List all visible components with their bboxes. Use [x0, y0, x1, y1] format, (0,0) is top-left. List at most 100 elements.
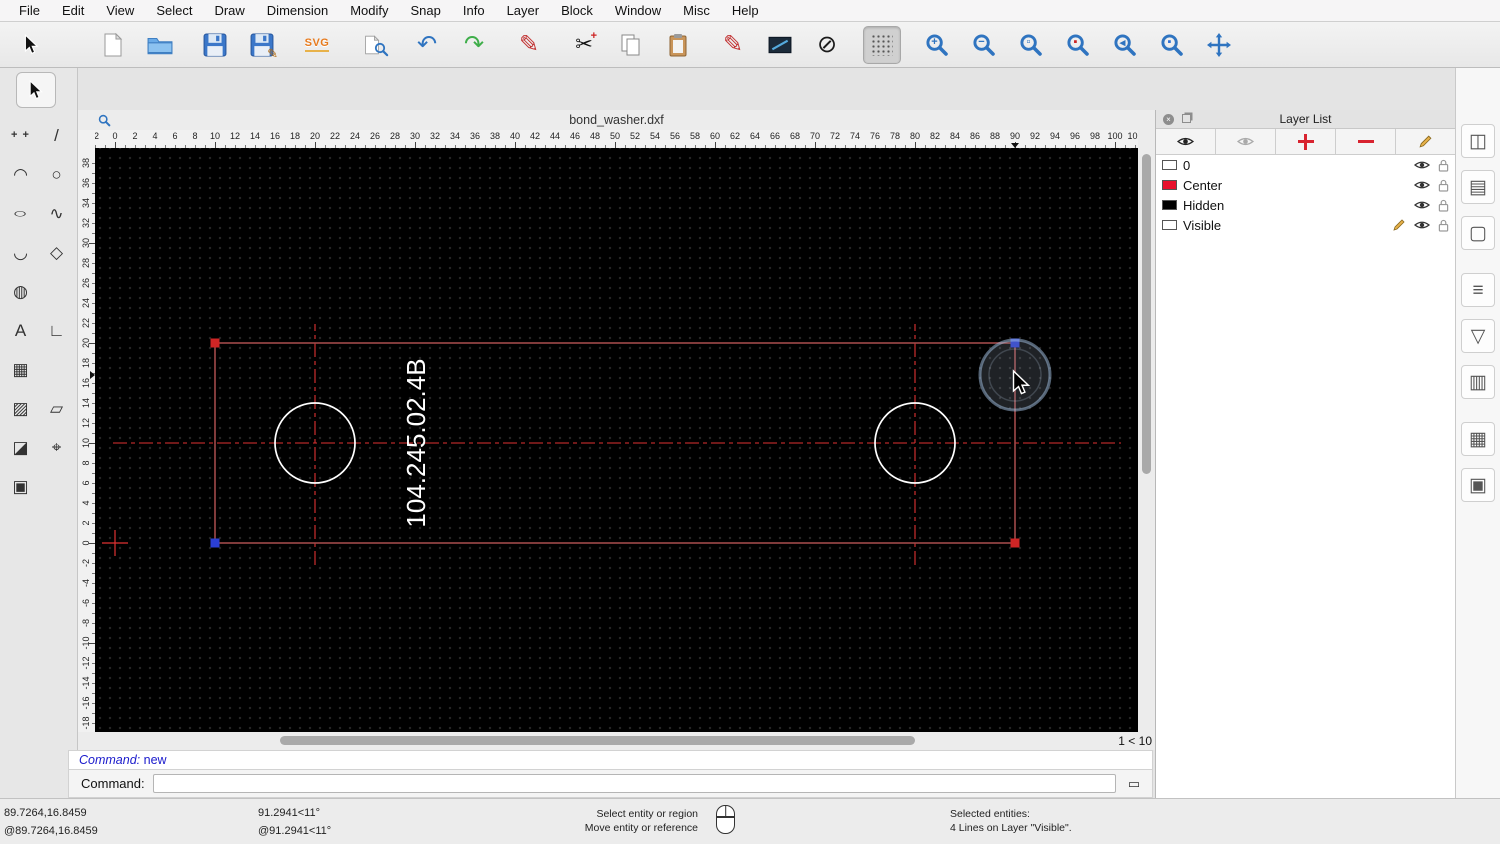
grip-handle[interactable] — [210, 538, 220, 548]
dock-button-7[interactable]: ▦ — [1461, 422, 1495, 456]
paste[interactable] — [659, 26, 697, 64]
close-panel-icon[interactable]: × — [1163, 114, 1174, 125]
redo[interactable]: ↷ — [455, 26, 493, 64]
menu-draw[interactable]: Draw — [203, 3, 255, 18]
menu-modify[interactable]: Modify — [339, 3, 399, 18]
ruler-label: -6 — [81, 599, 91, 608]
part-number-label[interactable]: 104.245.02.4B — [401, 358, 431, 527]
layer-row-center[interactable]: Center — [1156, 175, 1455, 195]
menu-view[interactable]: View — [95, 3, 145, 18]
menu-help[interactable]: Help — [721, 3, 770, 18]
layer-lock-toggle[interactable] — [1438, 199, 1449, 212]
command-dock-button[interactable]: ▭ — [1124, 776, 1144, 792]
ruler-label: 38 — [489, 131, 501, 141]
float-panel-icon[interactable] — [1182, 114, 1191, 123]
layer-visibility-toggle[interactable] — [1414, 219, 1430, 231]
menu-select[interactable]: Select — [145, 3, 203, 18]
show-all-layers[interactable] — [1156, 129, 1216, 154]
vertical-scrollbar-thumb[interactable] — [1142, 154, 1151, 474]
dock-button-3[interactable]: ▢ — [1461, 216, 1495, 250]
edit-pen[interactable]: ✎ — [510, 26, 548, 64]
zoom-out[interactable]: − — [965, 26, 1003, 64]
layer-lock-toggle[interactable] — [1438, 179, 1449, 192]
menu-dimension[interactable]: Dimension — [256, 3, 339, 18]
zoom-in[interactable]: + — [918, 26, 956, 64]
zoom-auto[interactable]: ▫ — [1012, 26, 1050, 64]
zoom-window[interactable]: ▪ — [1153, 26, 1191, 64]
cut[interactable]: ✂ + — [565, 26, 603, 64]
open-file[interactable] — [141, 26, 179, 64]
hide-inactive-layers[interactable] — [1216, 129, 1276, 154]
tool-measure[interactable]: ▱ — [39, 390, 74, 427]
layer-lock-toggle[interactable] — [1438, 159, 1449, 172]
zoom-select[interactable]: ▪ — [1059, 26, 1097, 64]
dock-button-2[interactable]: ▤ — [1461, 170, 1495, 204]
drawing-canvas[interactable]: 104.245.02.4B — [95, 148, 1138, 732]
modify-layer[interactable] — [1396, 129, 1455, 154]
layer-row-hidden[interactable]: Hidden — [1156, 195, 1455, 215]
command-input[interactable] — [152, 774, 1116, 793]
menu-misc[interactable]: Misc — [672, 3, 721, 18]
menu-layer[interactable]: Layer — [496, 3, 551, 18]
tool-block[interactable]: ▣ — [3, 468, 38, 505]
horizontal-scrollbar-thumb[interactable] — [280, 736, 915, 745]
dock-button-8[interactable]: ▣ — [1461, 468, 1495, 502]
horizontal-scrollbar[interactable] — [95, 732, 1115, 750]
draft-mode[interactable]: ⊘ — [808, 26, 846, 64]
vertical-scrollbar[interactable] — [1138, 148, 1155, 732]
tool-arc[interactable]: ◠ — [3, 156, 38, 193]
menu-info[interactable]: Info — [452, 3, 496, 18]
remove-layer[interactable] — [1336, 129, 1396, 154]
menu-snap[interactable]: Snap — [400, 3, 452, 18]
grip-handle[interactable] — [210, 338, 220, 348]
layer-visibility-toggle[interactable] — [1414, 179, 1430, 191]
tool-modify[interactable]: ◪ — [3, 429, 38, 466]
menu-block[interactable]: Block — [550, 3, 604, 18]
zoom-previous[interactable]: ◂ — [1106, 26, 1144, 64]
tool-snap[interactable]: ⌖ — [39, 429, 74, 466]
tool-spline[interactable]: ∿ — [39, 195, 74, 232]
layer-row-0[interactable]: 0 — [1156, 155, 1455, 175]
menu-edit[interactable]: Edit — [51, 3, 95, 18]
add-layer[interactable] — [1276, 129, 1336, 154]
zoom-pan[interactable] — [1200, 26, 1238, 64]
select-tool[interactable] — [13, 26, 51, 64]
tool-circle[interactable]: ○ — [39, 156, 74, 193]
dock-button-4[interactable]: ≡ — [1461, 273, 1495, 307]
tool-line[interactable]: / — [39, 117, 74, 154]
attributes-pen[interactable]: ✎ — [714, 26, 752, 64]
dock-button-6[interactable]: ▥ — [1461, 365, 1495, 399]
grip-handle[interactable] — [1010, 538, 1020, 548]
ruler-label: 28 — [81, 258, 91, 269]
layer-lock-toggle[interactable] — [1438, 219, 1449, 232]
new-file[interactable] — [94, 26, 132, 64]
menu-window[interactable]: Window — [604, 3, 672, 18]
tool-points[interactable]: + + — [3, 117, 38, 154]
select-arrow-tool[interactable] — [16, 72, 56, 108]
menu-file[interactable]: File — [8, 3, 51, 18]
tool-ellipse[interactable]: ○ — [3, 195, 38, 232]
tool-image[interactable]: ▦ — [3, 351, 38, 388]
copy[interactable] — [612, 26, 650, 64]
tool-hatch[interactable]: ◍ — [3, 273, 38, 310]
dock-button-1[interactable]: ◫ — [1461, 124, 1495, 158]
layer-visibility-toggle[interactable] — [1414, 159, 1430, 171]
dock-button-5[interactable]: ▽ — [1461, 319, 1495, 353]
tool-polygon[interactable]: ◇ — [39, 234, 74, 271]
export-svg[interactable]: SVG — [298, 26, 336, 64]
ruler-label: -18 — [81, 716, 91, 730]
tool-text[interactable]: A — [3, 312, 38, 349]
layer-color-swatch — [1162, 220, 1177, 230]
print-preview[interactable] — [353, 26, 391, 64]
tool-hatch-pattern[interactable]: ▨ — [3, 390, 38, 427]
tool-dimension[interactable]: ∟ — [39, 312, 74, 349]
undo[interactable]: ↶ — [408, 26, 446, 64]
entity-properties[interactable] — [761, 26, 799, 64]
layer-visibility-toggle[interactable] — [1414, 199, 1430, 211]
save-file[interactable] — [196, 26, 234, 64]
grid-toggle[interactable] — [863, 25, 901, 64]
ruler-label: 78 — [889, 131, 901, 141]
layer-row-visible[interactable]: Visible — [1156, 215, 1455, 235]
save-as[interactable]: ✎ — [243, 26, 281, 64]
tool-curve[interactable]: ◡ — [3, 234, 38, 271]
